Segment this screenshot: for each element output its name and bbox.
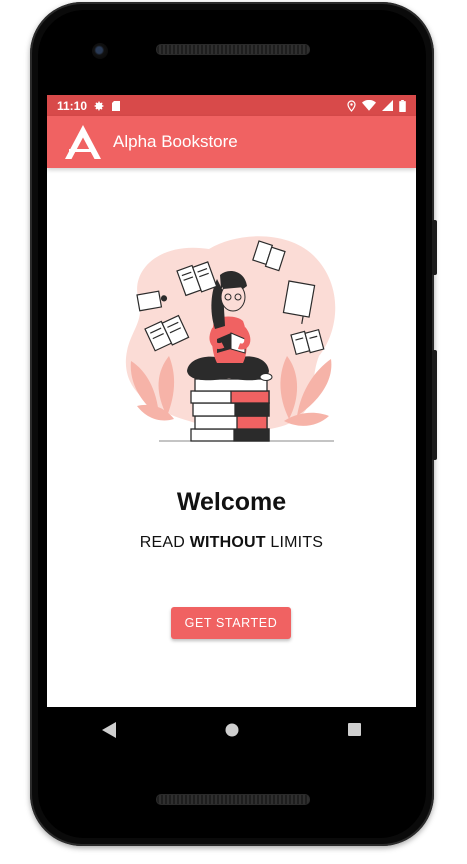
app-title: Alpha Bookstore [113, 132, 238, 151]
welcome-heading: Welcome [176, 488, 287, 516]
alpha-logo-icon [65, 125, 101, 159]
bottom-speaker [156, 794, 310, 805]
top-speaker [156, 44, 310, 55]
status-time: 11:10 [57, 98, 88, 113]
tagline-prefix: READ [139, 534, 190, 551]
reading-woman-illustration [125, 236, 336, 442]
back-button[interactable] [94, 715, 124, 745]
recents-icon [348, 723, 361, 736]
front-camera [92, 43, 108, 59]
tagline-suffix: LIMITS [265, 534, 324, 551]
home-button[interactable] [217, 715, 247, 745]
get-started-button[interactable]: GET STARTED [171, 607, 291, 639]
gear-icon [94, 101, 104, 110]
app-bar: Alpha Bookstore [47, 116, 416, 168]
signal-icon [382, 100, 393, 111]
recents-button[interactable] [340, 715, 370, 745]
navigation-bar [47, 707, 416, 752]
sd-card-icon [112, 100, 121, 111]
back-icon [101, 721, 116, 738]
home-icon [225, 723, 238, 736]
app-screen: 11:10 Alpha Bookstore Welcome READ WITHO… [47, 95, 416, 707]
tagline-emphasis: WITHOUT [189, 534, 266, 551]
status-bar: 11:10 [47, 95, 416, 116]
battery-icon [399, 99, 406, 112]
welcome-content: Welcome READ WITHOUT LIMITS GET STARTED [47, 168, 416, 707]
power-button [432, 220, 437, 275]
volume-button [432, 350, 437, 460]
location-icon [347, 99, 356, 112]
wifi-icon [362, 100, 376, 111]
tagline: READ WITHOUT LIMITS [47, 534, 416, 552]
